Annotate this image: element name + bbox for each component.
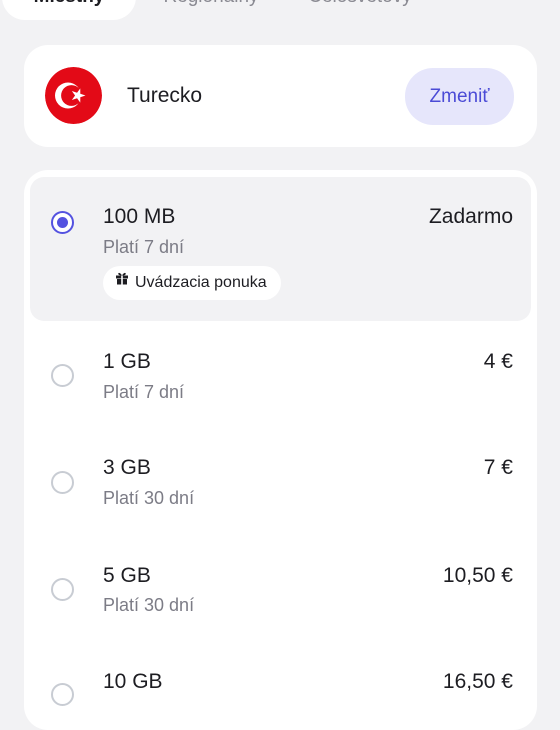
radio-unselected[interactable] bbox=[51, 471, 74, 494]
tab-global[interactable]: Celosvetový bbox=[300, 0, 420, 20]
change-country-button[interactable]: Zmeniť bbox=[405, 68, 514, 125]
tab-regional[interactable]: Regionálny bbox=[156, 0, 266, 20]
plan-price: 4 € bbox=[483, 350, 513, 373]
tab-local[interactable]: Miestny bbox=[2, 0, 136, 20]
plans-list: 100 MB Platí 7 dní Zadarmo Uvádzacia pon… bbox=[24, 170, 537, 730]
plan-price: 10,50 € bbox=[442, 564, 513, 587]
plan-option-3gb[interactable]: 3 GB Platí 30 dní 7 € bbox=[24, 442, 537, 548]
plan-price: 7 € bbox=[483, 456, 513, 479]
plan-size: 100 MB bbox=[103, 205, 176, 228]
plan-size: 5 GB bbox=[103, 564, 151, 587]
plan-size: 10 GB bbox=[103, 670, 163, 693]
plan-option-1gb[interactable]: 1 GB Platí 7 dní 4 € bbox=[24, 335, 537, 441]
country-card: Turecko Zmeniť bbox=[24, 45, 537, 147]
plan-validity: Platí 30 dní bbox=[103, 488, 195, 508]
plan-option-100mb[interactable]: 100 MB Platí 7 dní Zadarmo Uvádzacia pon… bbox=[30, 177, 531, 321]
radio-unselected[interactable] bbox=[51, 578, 74, 601]
plan-type-tabs: Miestny Regionálny Celosvetový bbox=[0, 0, 560, 20]
plan-validity: Platí 30 dní bbox=[103, 595, 195, 615]
radio-selected[interactable] bbox=[51, 211, 74, 234]
plan-size: 3 GB bbox=[103, 456, 151, 479]
gift-icon bbox=[115, 264, 129, 298]
plan-option-5gb[interactable]: 5 GB Platí 30 dní 10,50 € bbox=[24, 548, 537, 654]
country-name: Turecko bbox=[127, 84, 203, 107]
plan-price: 16,50 € bbox=[442, 670, 513, 693]
turkey-flag-icon bbox=[45, 67, 102, 124]
badge-label: Uvádzacia ponuka bbox=[135, 274, 267, 292]
radio-unselected[interactable] bbox=[51, 683, 74, 706]
plan-size: 1 GB bbox=[103, 350, 151, 373]
plan-price: Zadarmo bbox=[428, 205, 513, 228]
radio-unselected[interactable] bbox=[51, 364, 74, 387]
plan-option-10gb[interactable]: 10 GB 16,50 € bbox=[24, 655, 537, 730]
intro-offer-badge: Uvádzacia ponuka bbox=[103, 266, 281, 300]
plan-validity: Platí 7 dní bbox=[103, 382, 185, 402]
plan-validity: Platí 7 dní bbox=[103, 237, 185, 257]
